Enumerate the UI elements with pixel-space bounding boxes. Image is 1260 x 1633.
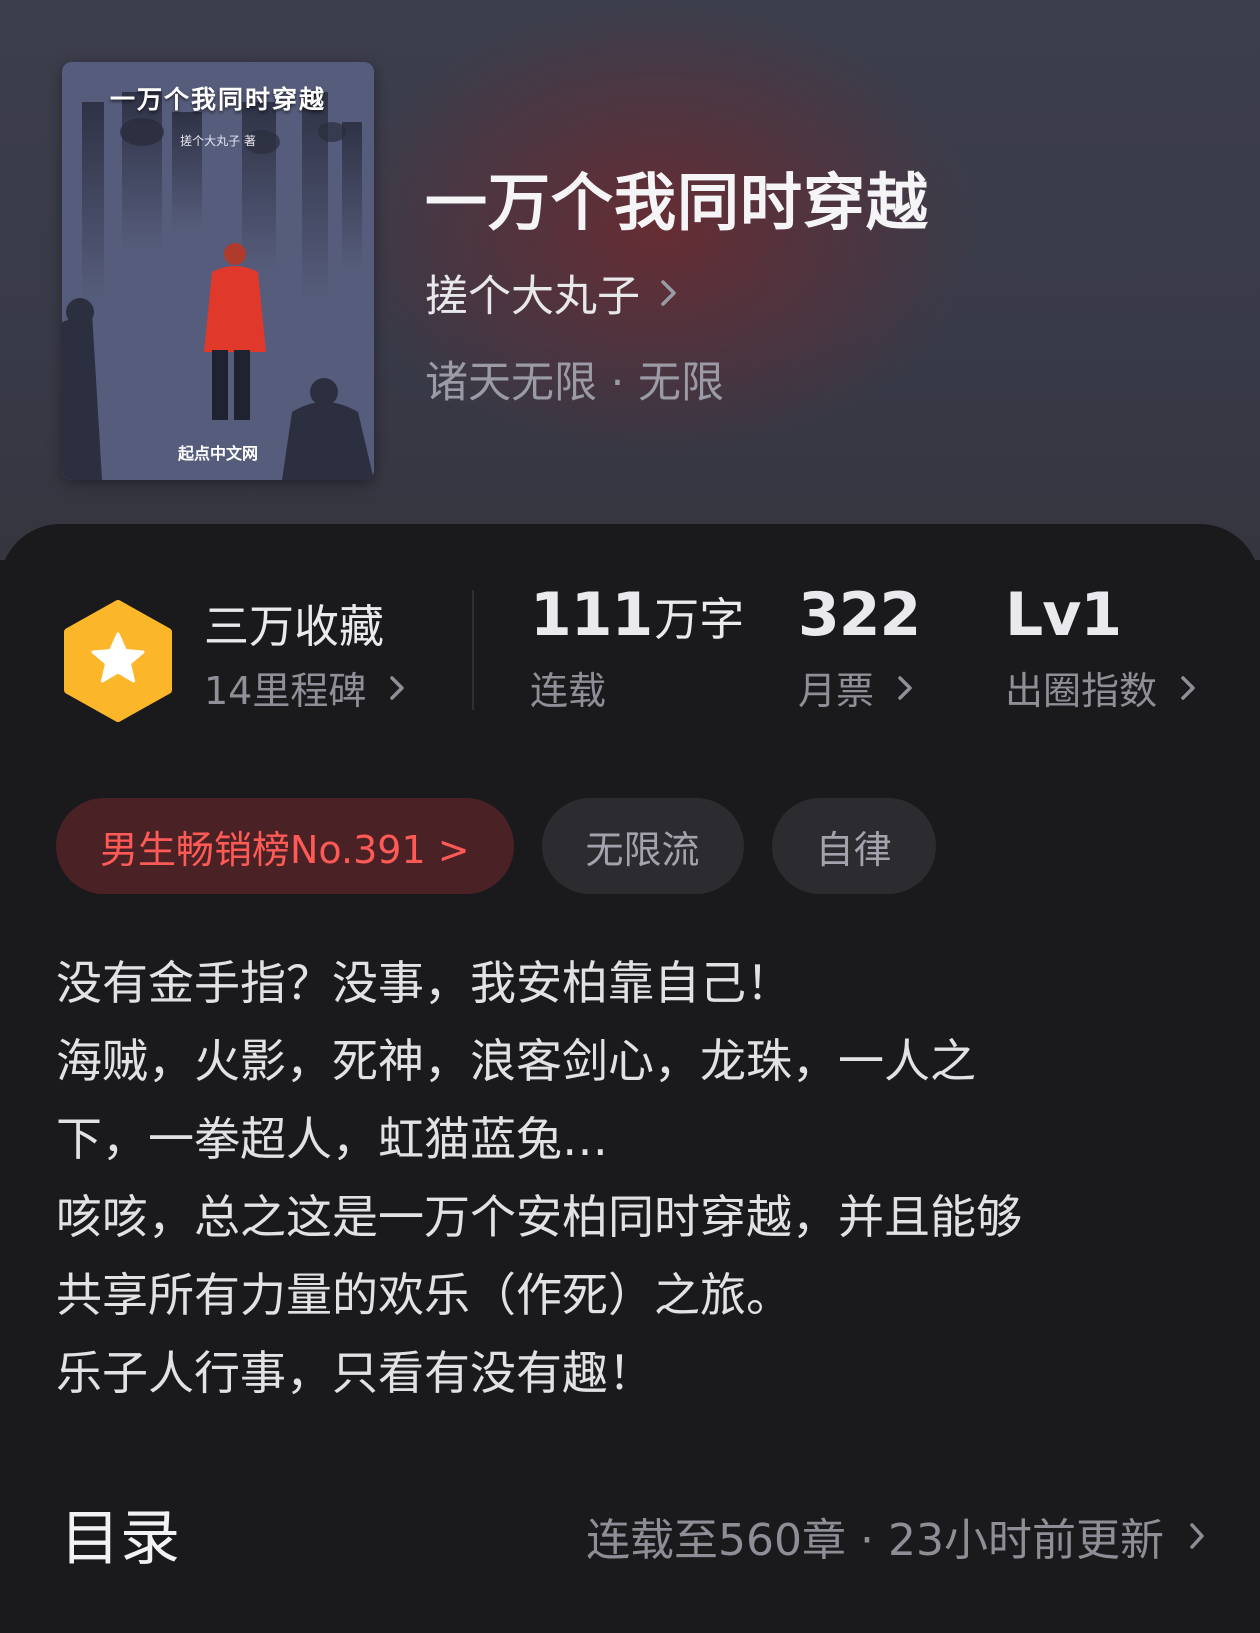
cover-title: 一万个我同时穿越 — [109, 85, 326, 114]
milestone-link[interactable]: 14里程碑 — [204, 660, 406, 715]
description-line: 海贼，火影，死神，浪客剑心，龙珠，一人之 — [56, 1034, 976, 1088]
monthly-votes-label: 月票 — [798, 669, 875, 713]
chevron-right-icon — [1190, 1523, 1204, 1549]
toc-update-text: 连载至560章 · 23小时前更新 — [586, 1515, 1164, 1566]
toc-update-info[interactable]: 连载至560章 · 23小时前更新 — [586, 1504, 1206, 1568]
table-of-contents-row[interactable]: 目录 连载至560章 · 23小时前更新 — [56, 1490, 1206, 1574]
book-header: 一万个我同时穿越 搓个大丸子 著 起点中文网 一万个我同时穿越 搓个大丸子 诸天… — [0, 0, 1260, 560]
description-line: 没有金手指？没事，我安柏靠自己！ — [56, 956, 792, 1010]
cover-illustration — [62, 62, 374, 480]
star-hexagon-icon — [64, 600, 172, 722]
serial-status: 连载 — [530, 669, 607, 713]
tag-self-discipline[interactable]: 自律 — [771, 798, 936, 894]
collection-count: 三万收藏 — [204, 600, 385, 653]
chevron-right-icon — [1181, 675, 1195, 700]
cover-author: 搓个大丸子 著 — [180, 134, 256, 148]
monthly-votes-link[interactable]: 月票 — [798, 660, 914, 715]
popularity-value: Lv1 — [1005, 580, 1122, 650]
word-count-unit: 万字 — [654, 593, 745, 646]
stats-divider — [472, 590, 474, 710]
chevron-right-icon — [898, 675, 912, 700]
book-title: 一万个我同时穿越 — [425, 166, 930, 239]
monthly-votes-value: 322 — [798, 580, 921, 650]
book-description[interactable]: 没有金手指？没事，我安柏靠自己！ 海贼，火影，死神，浪客剑心，龙珠，一人之 下，… — [56, 944, 1206, 1412]
ranking-tag[interactable]: 男生畅销榜No.391 > — [56, 798, 514, 894]
monthly-votes-number: 322 — [798, 580, 921, 650]
book-cover[interactable]: 一万个我同时穿越 搓个大丸子 著 起点中文网 — [62, 62, 374, 480]
popularity-label: 出圈指数 — [1005, 669, 1158, 713]
chevron-right-icon — [390, 675, 405, 700]
description-line: 乐子人行事，只看有没有趣！ — [56, 1346, 654, 1400]
stats-row: 三万收藏 14里程碑 111万字 连载 322 月票 Lv1 出圈指数 — [0, 580, 1260, 740]
author-name: 搓个大丸子 — [425, 272, 640, 322]
description-line: 咳咳，总之这是一万个安柏同时穿越，并且能够 — [56, 1190, 1022, 1244]
word-count-value: 111万字 — [530, 580, 744, 650]
description-line: 共享所有力量的欢乐（作死）之旅。 — [56, 1268, 792, 1322]
genre-label: 诸天无限 · 无限 — [425, 358, 725, 408]
cover-publisher: 起点中文网 — [177, 444, 258, 463]
tag-infinite-flow[interactable]: 无限流 — [541, 798, 744, 894]
milestone-label: 14里程碑 — [204, 669, 367, 713]
popularity-level: Lv1 — [1005, 580, 1122, 650]
popularity-link[interactable]: 出圈指数 — [1005, 660, 1197, 715]
chevron-right-icon — [661, 280, 676, 306]
tag-row: 男生畅销榜No.391 > 无限流 自律 — [56, 798, 936, 894]
description-line: 下，一拳超人，虹猫蓝兔… — [56, 1112, 608, 1166]
word-count-number: 111 — [530, 580, 653, 650]
toc-title: 目录 — [60, 1504, 180, 1574]
author-link[interactable]: 搓个大丸子 — [425, 262, 680, 324]
